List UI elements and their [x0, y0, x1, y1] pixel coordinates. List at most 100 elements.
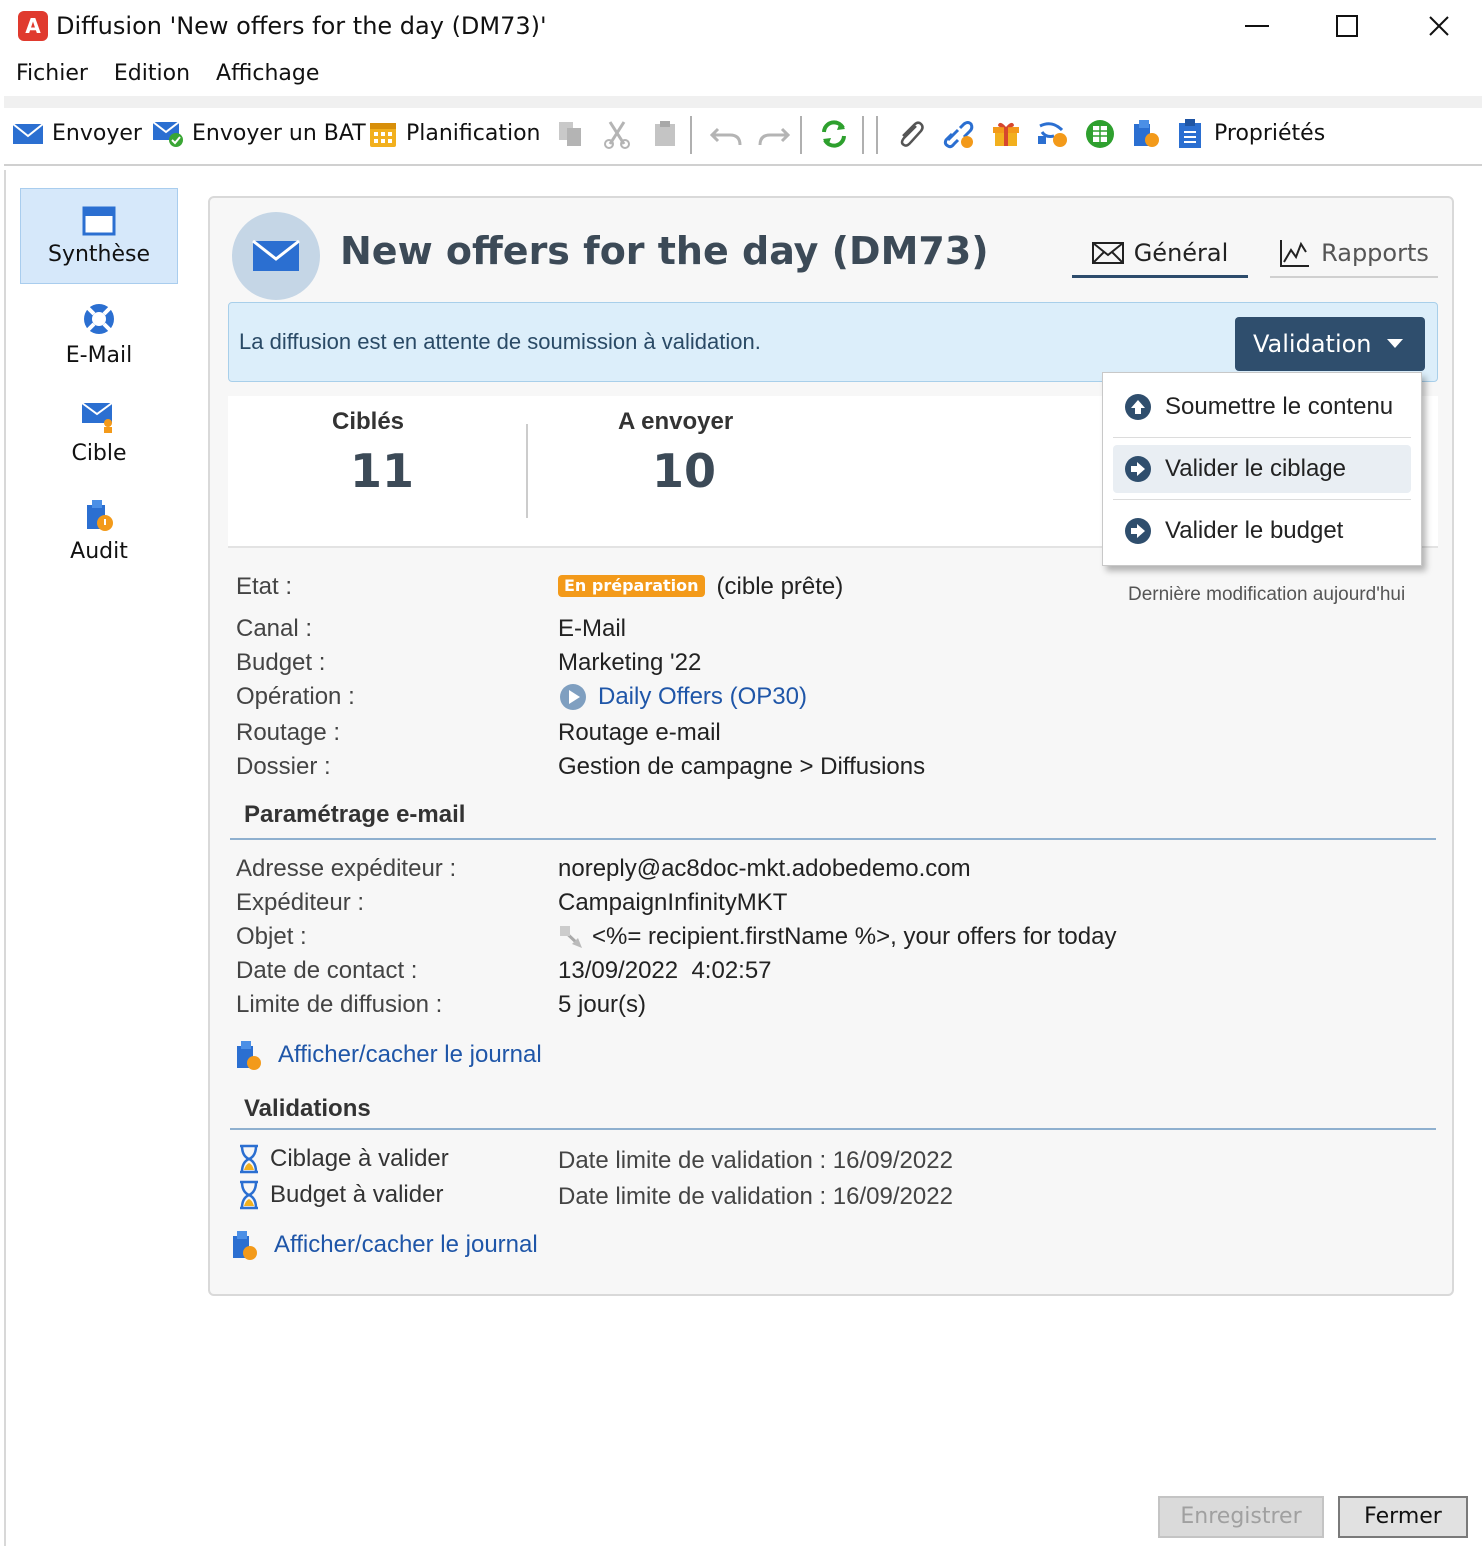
validation-item-label: Ciblage à valider — [270, 1145, 449, 1172]
validation-dropdown-button[interactable]: Validation — [1235, 317, 1425, 371]
menu-bar: Fichier Edition Affichage — [0, 52, 1482, 96]
copy-icon — [559, 122, 581, 146]
schedule-button[interactable]: Planification — [368, 116, 541, 152]
nav-email[interactable]: E-Mail — [20, 286, 178, 382]
offers-button[interactable] — [990, 116, 1022, 152]
menu-item-validate-budget[interactable]: Valider le budget — [1113, 507, 1411, 555]
close-window-button[interactable] — [1416, 6, 1462, 46]
undo-button[interactable] — [710, 116, 744, 152]
sender-label: Expéditeur : — [236, 889, 365, 916]
audit-icon — [87, 499, 113, 531]
menu-separator — [1113, 499, 1411, 500]
delivery-avatar — [232, 212, 320, 300]
menu-item-submit-content[interactable]: Soumettre le contenu — [1113, 383, 1411, 431]
audit-icon — [233, 1231, 257, 1260]
hourglass-icon — [240, 1144, 258, 1174]
menu-fichier[interactable]: Fichier — [16, 52, 88, 96]
link-button[interactable] — [942, 116, 976, 152]
refresh-button[interactable] — [818, 116, 850, 152]
show-validation-journal-link[interactable]: Afficher/cacher le journal — [230, 1228, 538, 1262]
nav-synthese[interactable]: Synthèse — [20, 188, 178, 284]
subject-label: Objet : — [236, 923, 307, 950]
redo-icon — [758, 127, 790, 146]
show-journal-label: Afficher/cacher le journal — [278, 1041, 542, 1068]
validation-item-label: Budget à valider — [270, 1181, 444, 1208]
menu-item-validate-targeting[interactable]: Valider le ciblage — [1113, 445, 1411, 493]
save-button[interactable]: Enregistrer — [1158, 1496, 1324, 1538]
undo-icon — [710, 127, 742, 146]
caret-down-icon — [1387, 339, 1403, 348]
operation-link[interactable]: Daily Offers (OP30) — [558, 682, 807, 712]
menu-edition[interactable]: Edition — [114, 52, 190, 96]
properties-icon — [1179, 119, 1201, 148]
validate-targeting-label: Valider le ciblage — [1165, 455, 1346, 482]
spreadsheet-button[interactable] — [1084, 116, 1116, 152]
close-button[interactable]: Fermer — [1338, 1496, 1468, 1538]
sender-address-value: noreply@ac8doc-mkt.adobedemo.com — [558, 855, 971, 882]
send-label: Envoyer — [52, 121, 142, 146]
properties-button[interactable]: Propriétés — [1176, 116, 1325, 152]
dossier-value: Gestion de campagne > Diffusions — [558, 753, 926, 780]
toolbar-separator — [876, 116, 878, 154]
tab-rapports[interactable]: Rapports — [1270, 230, 1438, 278]
chart-line-icon — [1280, 240, 1310, 267]
validation-item: Ciblage à valider — [236, 1144, 449, 1174]
audit-button[interactable] — [1130, 116, 1162, 152]
minimize-button[interactable] — [1234, 6, 1280, 46]
validate-budget-label: Valider le budget — [1165, 517, 1344, 544]
validation-label: Validation — [1253, 330, 1372, 358]
delivery-dashboard: New offers for the day (DM73) Général Ra… — [208, 196, 1454, 1296]
tab-rapports-label: Rapports — [1321, 239, 1429, 267]
link-icon — [943, 121, 974, 149]
send-proof-button[interactable]: Envoyer un BAT — [152, 116, 366, 152]
hourglass-icon — [240, 1180, 258, 1210]
validation-deadline: Date limite de validation : 16/09/2022 — [558, 1183, 953, 1210]
arrow-right-circle-icon — [1125, 456, 1151, 482]
title-bar: Diffusion 'New offers for the day (DM73)… — [0, 0, 1482, 52]
refresh-icon — [822, 120, 846, 148]
calendar-icon — [370, 123, 396, 147]
to-send-value: 10 — [652, 444, 717, 498]
to-send-label: A envoyer — [618, 408, 734, 435]
close-icon — [1429, 16, 1449, 36]
attachment-button[interactable] — [894, 116, 926, 152]
redo-button[interactable] — [756, 116, 790, 152]
section-divider — [230, 1128, 1436, 1130]
toolbar: Envoyer Envoyer un BAT Planification Pro… — [4, 96, 1482, 166]
cut-button[interactable] — [602, 116, 632, 152]
dossier-label: Dossier : — [236, 753, 331, 780]
copy-button[interactable] — [556, 116, 586, 152]
routage-label: Routage : — [236, 719, 341, 746]
status-message: La diffusion est en attente de soumissio… — [239, 329, 761, 354]
send-button[interactable]: Envoyer — [12, 116, 142, 152]
tab-general[interactable]: Général — [1072, 230, 1248, 278]
personalization-icon — [559, 926, 582, 948]
toolbar-separator — [800, 116, 802, 154]
audit-icon — [1134, 120, 1159, 147]
arrow-up-circle-icon — [1125, 394, 1151, 420]
show-journal-link[interactable]: Afficher/cacher le journal — [234, 1038, 542, 1072]
audit-icon — [237, 1041, 261, 1070]
minimize-icon — [1245, 25, 1269, 27]
section-divider — [230, 838, 1436, 840]
maximize-icon — [1336, 15, 1358, 37]
operation-label: Opération : — [236, 683, 355, 710]
menu-affichage[interactable]: Affichage — [216, 52, 319, 96]
play-circle-icon — [560, 684, 586, 710]
nav-cible[interactable]: Cible — [20, 384, 178, 480]
arrow-right-circle-icon — [1125, 518, 1151, 544]
canal-label: Canal : — [236, 615, 313, 642]
stats-divider — [526, 424, 528, 518]
status-banner: La diffusion est en attente de soumissio… — [228, 302, 1438, 382]
show-validation-journal-label: Afficher/cacher le journal — [274, 1231, 538, 1258]
maximize-button[interactable] — [1324, 6, 1370, 46]
tracking-icon — [1038, 122, 1067, 147]
operation-value: Daily Offers (OP30) — [598, 683, 807, 710]
paste-button[interactable] — [650, 116, 680, 152]
clipboard-icon — [655, 121, 675, 146]
tab-general-label: Général — [1133, 238, 1229, 267]
properties-label: Propriétés — [1214, 121, 1326, 146]
nav-audit[interactable]: Audit — [20, 482, 178, 578]
tracking-button[interactable] — [1036, 116, 1070, 152]
targeted-value: 11 — [350, 444, 415, 498]
